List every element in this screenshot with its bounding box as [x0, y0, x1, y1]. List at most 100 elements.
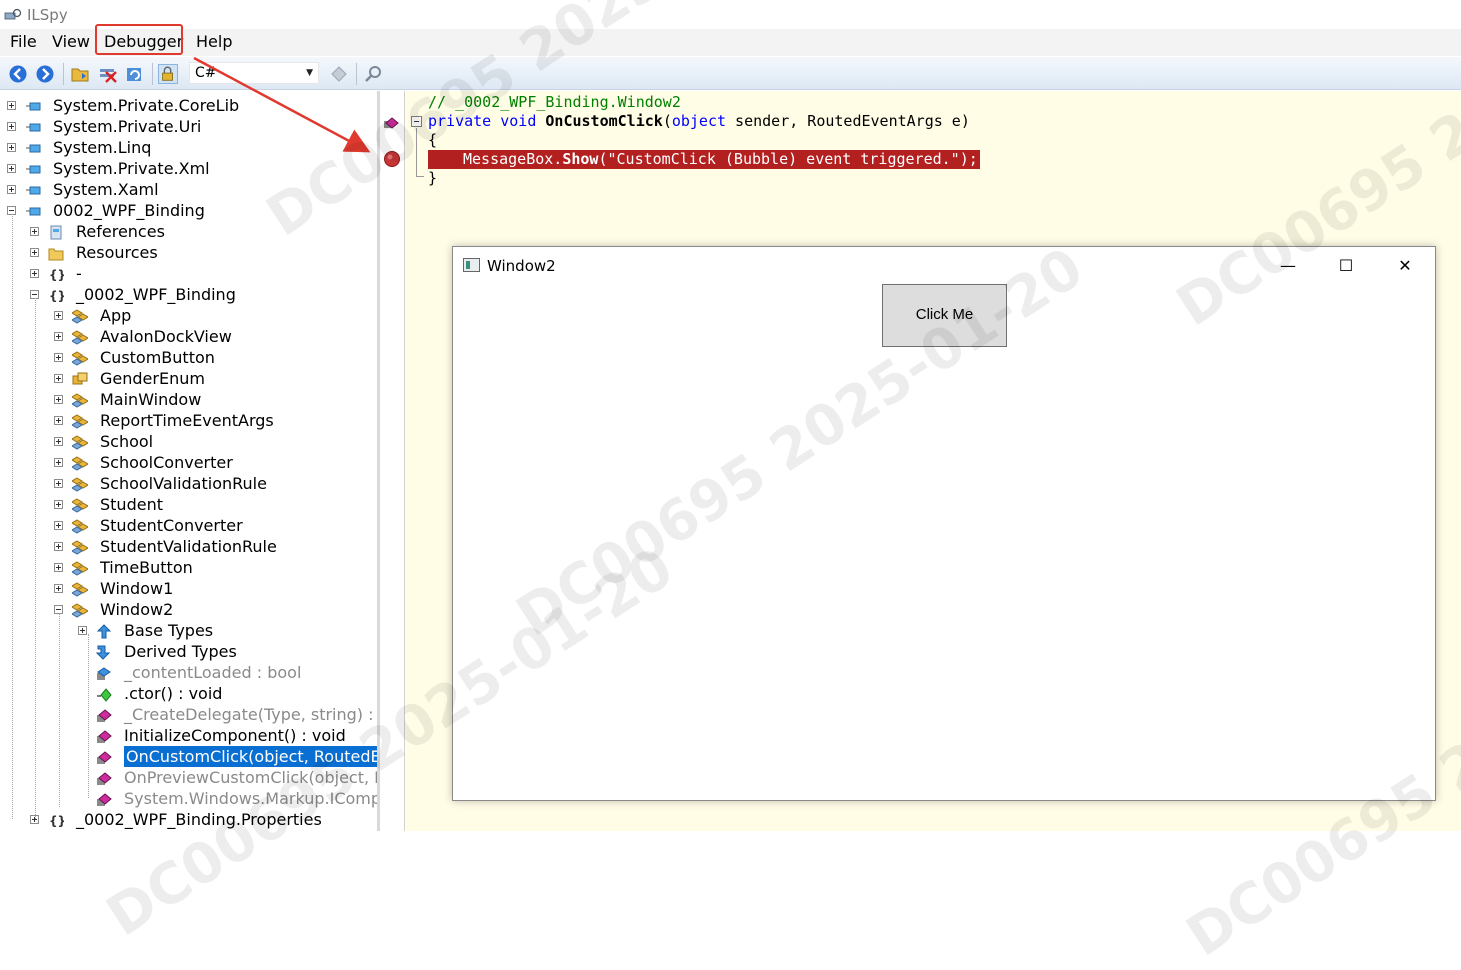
menu-view[interactable]: View [51, 32, 91, 52]
tree-node[interactable]: App [0, 305, 377, 326]
references-icon [48, 224, 64, 240]
tree-node-label: MainWindow [100, 390, 202, 409]
tree-node[interactable]: Window1 [0, 578, 377, 599]
tree-node[interactable]: StudentConverter [0, 515, 377, 536]
tree-node[interactable]: Student [0, 494, 377, 515]
expand-icon[interactable] [54, 311, 63, 320]
tree-node-label: 0002_WPF_Binding [53, 201, 205, 220]
expand-icon[interactable] [54, 458, 63, 467]
window-app-icon [463, 258, 480, 272]
menu-bar: File View Debugger Help [0, 29, 1461, 56]
tree-node[interactable]: CustomButton [0, 347, 377, 368]
search-icon[interactable] [363, 64, 383, 84]
expand-icon[interactable] [54, 584, 63, 593]
expand-icon[interactable] [78, 626, 87, 635]
tree-node-label: TimeButton [100, 558, 193, 577]
tree-node[interactable]: TimeButton [0, 557, 377, 578]
language-value: C# [195, 65, 217, 81]
tree-node[interactable]: SchoolConverter [0, 452, 377, 473]
breakpoint-line: MessageBox.Show("CustomClick (Bubble) ev… [428, 150, 980, 169]
tree-node-label: _CreateDelegate(Type, string) : De [124, 705, 377, 724]
tree-node-label: SchoolValidationRule [100, 474, 267, 493]
tree-node[interactable]: {}- [0, 263, 377, 284]
tree-node[interactable]: Derived Types [0, 641, 377, 662]
tree-node[interactable]: _contentLoaded : bool [0, 662, 377, 683]
expand-icon[interactable] [54, 521, 63, 530]
assembly-icon [25, 182, 41, 197]
expand-icon[interactable] [30, 248, 39, 257]
tree-node[interactable]: AvalonDockView [0, 326, 377, 347]
tree-node-label: System.Xaml [53, 180, 159, 199]
expand-icon[interactable] [54, 479, 63, 488]
expand-icon[interactable] [7, 101, 16, 110]
maximize-button[interactable]: ☐ [1326, 253, 1366, 279]
tree-guide-line [12, 214, 13, 819]
expand-icon[interactable] [30, 269, 39, 278]
tree-node-label: App [100, 306, 132, 325]
tree-node[interactable]: Window2 [0, 599, 377, 620]
class-icon [71, 560, 89, 576]
tree-node[interactable]: ReportTimeEventArgs [0, 410, 377, 431]
back-icon[interactable] [8, 64, 28, 84]
tree-node[interactable]: System.Private.CoreLib [0, 95, 377, 116]
expand-icon[interactable] [7, 164, 16, 173]
debugger-highlight-box [95, 24, 183, 55]
open-icon[interactable] [70, 64, 90, 84]
forward-icon[interactable] [35, 64, 55, 84]
tree-node-label: AvalonDockView [100, 327, 232, 346]
close-button[interactable]: ✕ [1385, 253, 1425, 279]
tree-node[interactable]: {} _0002_WPF_Binding [0, 284, 377, 305]
code-signature: private void OnCustomClick(object sender… [428, 112, 970, 130]
tree-node[interactable]: System.Private.Uri [0, 116, 377, 137]
tree-node-label: Derived Types [124, 642, 237, 661]
expand-icon[interactable] [7, 122, 16, 131]
expand-icon[interactable] [54, 500, 63, 509]
svg-text:{}: {} [49, 814, 64, 828]
code-close-brace: } [428, 169, 438, 187]
method-icon [96, 749, 112, 764]
tree-guide-line [88, 634, 89, 798]
tree-node-label: System.Private.CoreLib [53, 96, 240, 115]
expand-icon[interactable] [54, 353, 63, 362]
expand-icon[interactable] [7, 185, 16, 194]
tree-node[interactable]: School [0, 431, 377, 452]
tree-node[interactable]: _CreateDelegate(Type, string) : De [0, 704, 377, 725]
tree-node-label: School [100, 432, 154, 451]
base-types-icon [96, 623, 112, 639]
class-icon [71, 434, 89, 450]
expand-icon[interactable] [7, 143, 16, 152]
class-icon [71, 602, 89, 618]
tree-node-label: StudentValidationRule [100, 537, 277, 556]
tree-node[interactable]: Base Types [0, 620, 377, 641]
method-icon [96, 707, 112, 722]
expand-icon[interactable] [54, 395, 63, 404]
tree-node[interactable]: .ctor() : void [0, 683, 377, 704]
expand-icon[interactable] [54, 374, 63, 383]
expand-icon[interactable] [30, 227, 39, 236]
tree-node[interactable]: StudentValidationRule [0, 536, 377, 557]
expand-icon[interactable] [54, 332, 63, 341]
reload-icon[interactable] [125, 64, 145, 84]
namespace-icon: {} [48, 812, 66, 828]
menu-help[interactable]: Help [195, 32, 233, 52]
assembly-icon [25, 119, 41, 134]
menu-file[interactable]: File [9, 32, 38, 52]
tree-node[interactable]: InitializeComponent() : void [0, 725, 377, 746]
assembly-icon [25, 161, 41, 176]
language-dropdown[interactable]: C# ▼ [189, 62, 319, 84]
navigate-icon[interactable] [329, 64, 349, 84]
tree-node[interactable]: SchoolValidationRule [0, 473, 377, 494]
tree-node-label: System.Linq [53, 138, 152, 157]
tree-node-label: System.Private.Xml [53, 159, 210, 178]
expand-icon[interactable] [54, 542, 63, 551]
expand-icon[interactable] [54, 416, 63, 425]
tree-node-label: System.Private.Uri [53, 117, 202, 136]
unload-icon[interactable] [98, 64, 118, 84]
expand-icon[interactable] [54, 437, 63, 446]
tree-node[interactable]: Resources [0, 242, 377, 263]
expand-icon[interactable] [54, 563, 63, 572]
method-icon [96, 728, 112, 743]
show-private-icon[interactable] [158, 64, 178, 84]
tree-node[interactable]: MainWindow [0, 389, 377, 410]
tree-node[interactable]: GenderEnum [0, 368, 377, 389]
